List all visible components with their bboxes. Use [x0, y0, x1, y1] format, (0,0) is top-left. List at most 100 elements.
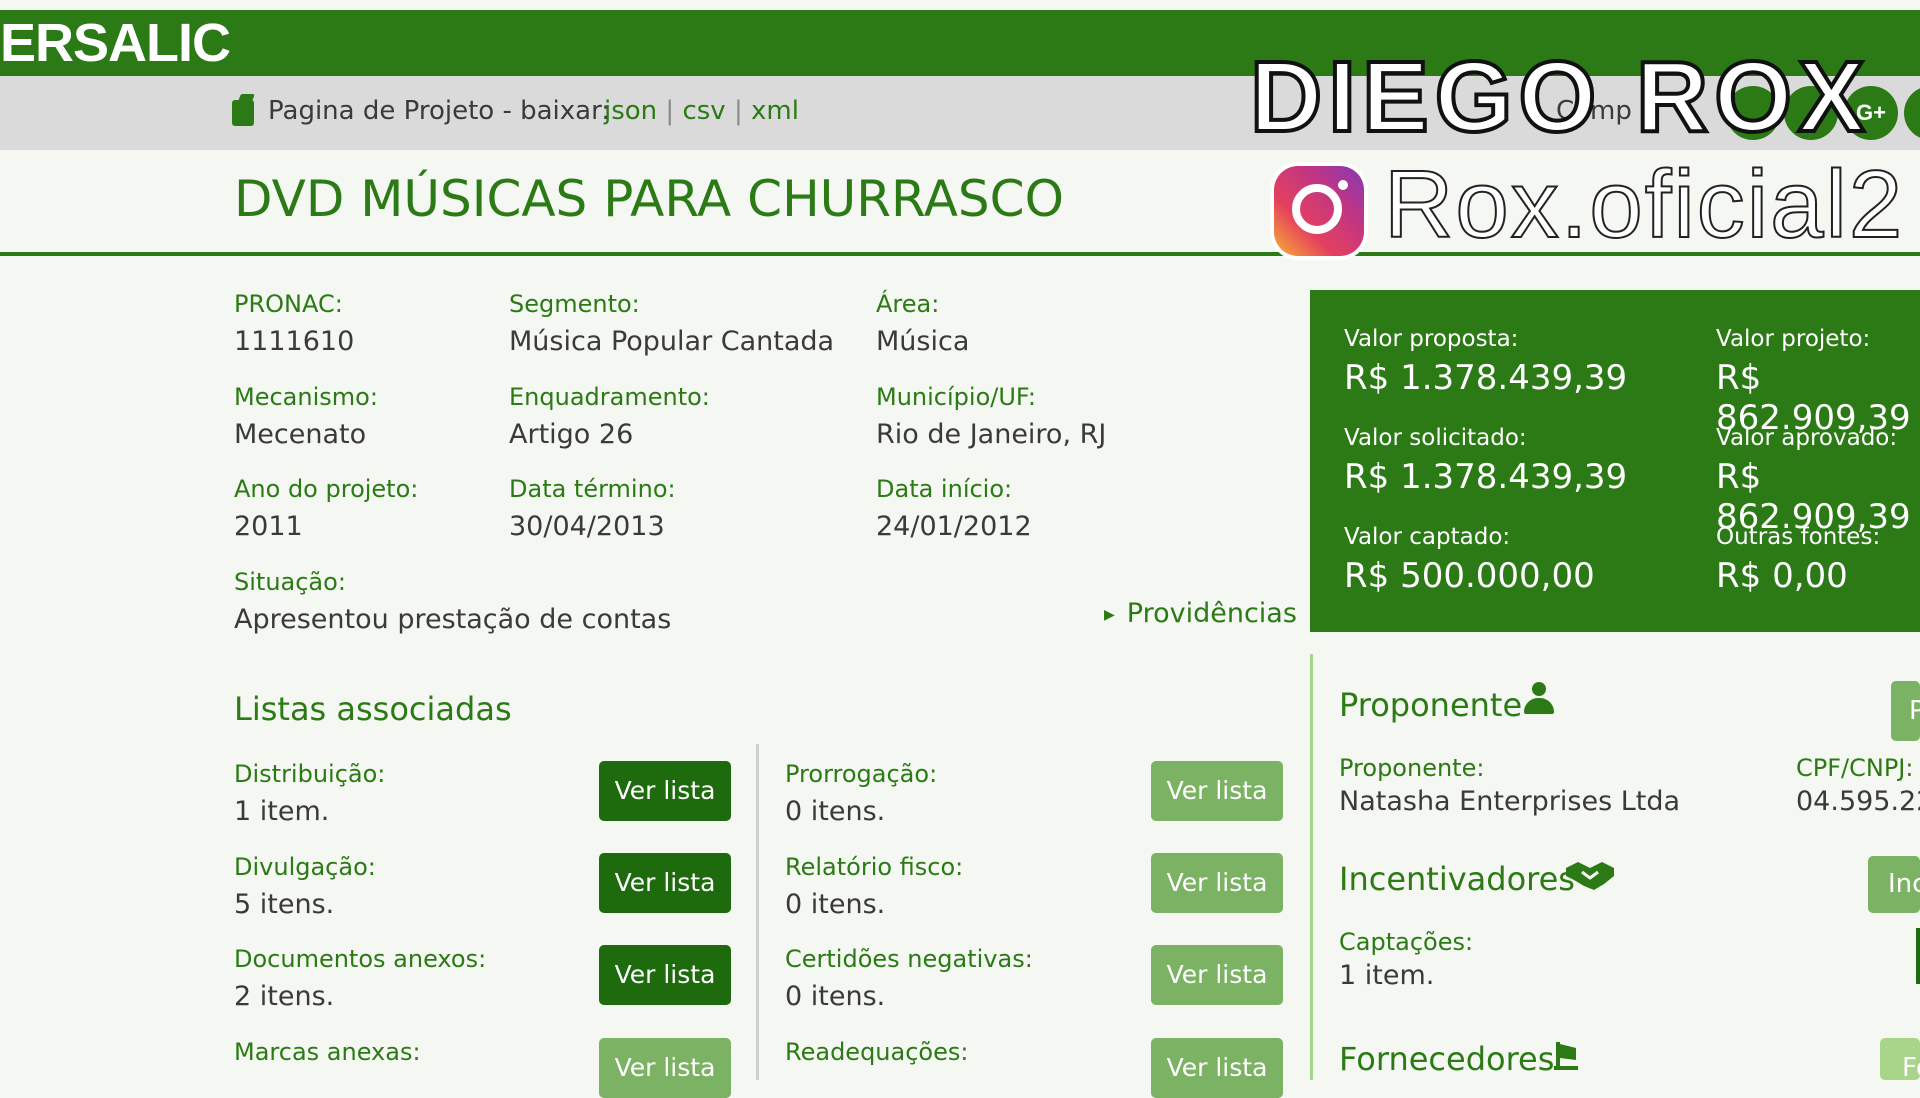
field-label: Segmento:: [509, 290, 640, 318]
field-label: Proponente:: [1339, 754, 1485, 782]
field-value: Natasha Enterprises Ltda: [1339, 786, 1681, 817]
field-label: Ano do projeto:: [234, 475, 419, 503]
field-value: Artigo 26: [509, 419, 634, 450]
list-relatorio-fisco: Relatório fisco: 0 itens.: [785, 853, 963, 920]
list-label: Documentos anexos:: [234, 945, 487, 973]
field-label: Área:: [876, 290, 940, 318]
download-xml-link[interactable]: xml: [751, 96, 799, 126]
list-certidoes-negativas: Certidões negativas: 0 itens.: [785, 945, 1033, 1012]
watermark-handle: Rox.oficial2: [1383, 150, 1905, 259]
field-label: Enquadramento:: [509, 383, 710, 411]
list-label: Readequações:: [785, 1038, 969, 1066]
value-amount: R$ 500.000,00: [1344, 556, 1595, 596]
field-segmento: Segmento: Música Popular Cantada: [509, 290, 834, 357]
field-label: Data término:: [509, 475, 676, 503]
list-count: 0 itens.: [785, 889, 886, 920]
field-label: CPF/CNPJ:: [1796, 754, 1914, 782]
download-json-link[interactable]: json: [604, 96, 657, 126]
valor-solicitado: Valor solicitado: R$ 1.378.439,39: [1344, 425, 1627, 497]
download-label: Pagina de Projeto - baixar:: [268, 96, 611, 126]
list-label: Divulgação:: [234, 853, 376, 881]
field-value: 2011: [234, 511, 303, 542]
ver-lista-prorrogacao-button[interactable]: Ver lista: [1151, 761, 1283, 821]
field-ano: Ano do projeto: 2011: [234, 475, 418, 542]
field-pronac: PRONAC: 1111610: [234, 290, 354, 357]
supplier-icon: [1554, 1042, 1578, 1070]
field-value: Música: [876, 326, 970, 357]
list-label: Relatório fisco:: [785, 853, 964, 881]
lists-divider: [756, 744, 759, 1080]
field-label: Situação:: [234, 568, 346, 596]
field-value: Rio de Janeiro, RJ: [876, 419, 1107, 450]
field-value: Mecenato: [234, 419, 367, 450]
field-label: Data início:: [876, 475, 1013, 503]
link-separator: |: [733, 96, 743, 126]
value-amount: R$ 0,00: [1716, 556, 1848, 596]
field-value: 04.595.22: [1796, 786, 1920, 817]
list-label: Marcas anexas:: [234, 1038, 421, 1066]
field-value: Apresentou prestação de contas: [234, 604, 672, 635]
field-enquadramento: Enquadramento: Artigo 26: [509, 383, 710, 450]
site-logo[interactable]: ERSALIC: [0, 10, 231, 76]
ver-lista-certidoes-button[interactable]: Ver lista: [1151, 945, 1283, 1005]
ver-lista-relatorio-button[interactable]: Ver lista: [1151, 853, 1283, 913]
proponente-name: Proponente: Natasha Enterprises Ltda: [1339, 754, 1680, 817]
valor-aprovado: Valor aprovado: R$ 862.909,39: [1716, 425, 1920, 537]
field-value: 24/01/2012: [876, 511, 1032, 542]
field-value: 1111610: [234, 326, 355, 357]
field-data-inicio: Data início: 24/01/2012: [876, 475, 1032, 542]
providencias-link[interactable]: ▶ Providências: [1104, 598, 1297, 629]
person-icon: [1524, 682, 1554, 714]
list-count: 0 itens.: [785, 796, 886, 827]
proponente-edge-button[interactable]: P: [1891, 681, 1920, 741]
ver-lista-documentos-button[interactable]: Ver lista: [599, 945, 731, 1005]
list-distribuicao: Distribuição: 1 item.: [234, 760, 385, 827]
project-title: DVD MÚSICAS PARA CHURRASCO: [234, 170, 1064, 228]
ver-lista-distribuicao-button[interactable]: Ver lista: [599, 761, 731, 821]
incentivadores-edge-button[interactable]: Inc: [1868, 856, 1920, 913]
ver-lista-divulgacao-button[interactable]: Ver lista: [599, 853, 731, 913]
handshake-icon: [1566, 862, 1614, 890]
proponente-cpf: CPF/CNPJ: 04.595.22: [1796, 754, 1920, 817]
download-links: json | csv | xml: [604, 96, 799, 126]
fornecedores-edge-button[interactable]: Fo: [1880, 1038, 1920, 1080]
value-label: Valor captado:: [1344, 524, 1511, 550]
watermark-name: DIEGO ROX: [1248, 39, 1871, 155]
value-label: Outras fontes:: [1716, 524, 1881, 550]
valor-projeto: Valor projeto: R$ 862.909,39: [1716, 326, 1920, 438]
triangle-right-icon: ▶: [1104, 606, 1115, 623]
fornecedores-title: Fornecedores: [1339, 1040, 1555, 1078]
list-count: 5 itens.: [234, 889, 335, 920]
field-municipio: Município/UF: Rio de Janeiro, RJ: [876, 383, 1106, 450]
field-label: Município/UF:: [876, 383, 1036, 411]
list-readequacoes: Readequações:: [785, 1038, 968, 1066]
ver-lista-marcas-button[interactable]: Ver lista: [599, 1038, 731, 1098]
book-icon: [232, 100, 254, 126]
providencias-label: Providências: [1126, 598, 1297, 629]
proponente-title: Proponente: [1339, 686, 1523, 724]
field-value: 1 item.: [1339, 960, 1435, 991]
field-value: 30/04/2013: [509, 511, 665, 542]
value-amount: R$ 1.378.439,39: [1344, 457, 1628, 497]
valor-proposta: Valor proposta: R$ 1.378.439,39: [1344, 326, 1627, 398]
list-prorrogacao: Prorrogação: 0 itens.: [785, 760, 937, 827]
field-data-termino: Data término: 30/04/2013: [509, 475, 676, 542]
lists-title: Listas associadas: [234, 690, 512, 728]
instagram-icon: [1274, 166, 1364, 256]
ver-lista-readequacoes-button[interactable]: Ver lista: [1151, 1038, 1283, 1098]
list-divulgacao: Divulgação: 5 itens.: [234, 853, 376, 920]
top-stripe: [0, 0, 1920, 10]
right-column-divider: [1310, 654, 1313, 1080]
field-label: PRONAC:: [234, 290, 343, 318]
value-label: Valor aprovado:: [1716, 425, 1898, 451]
download-csv-link[interactable]: csv: [682, 96, 725, 126]
list-label: Certidões negativas:: [785, 945, 1033, 973]
list-marcas-anexas: Marcas anexas:: [234, 1038, 421, 1066]
captacoes: Captações: 1 item.: [1339, 928, 1473, 991]
values-panel: Valor proposta: R$ 1.378.439,39 Valor pr…: [1310, 290, 1920, 632]
value-amount: R$ 1.378.439,39: [1344, 358, 1628, 398]
list-count: 2 itens.: [234, 981, 335, 1012]
captacoes-edge-button[interactable]: [1916, 928, 1920, 984]
value-label: Valor solicitado:: [1344, 425, 1527, 451]
field-label: Mecanismo:: [234, 383, 378, 411]
